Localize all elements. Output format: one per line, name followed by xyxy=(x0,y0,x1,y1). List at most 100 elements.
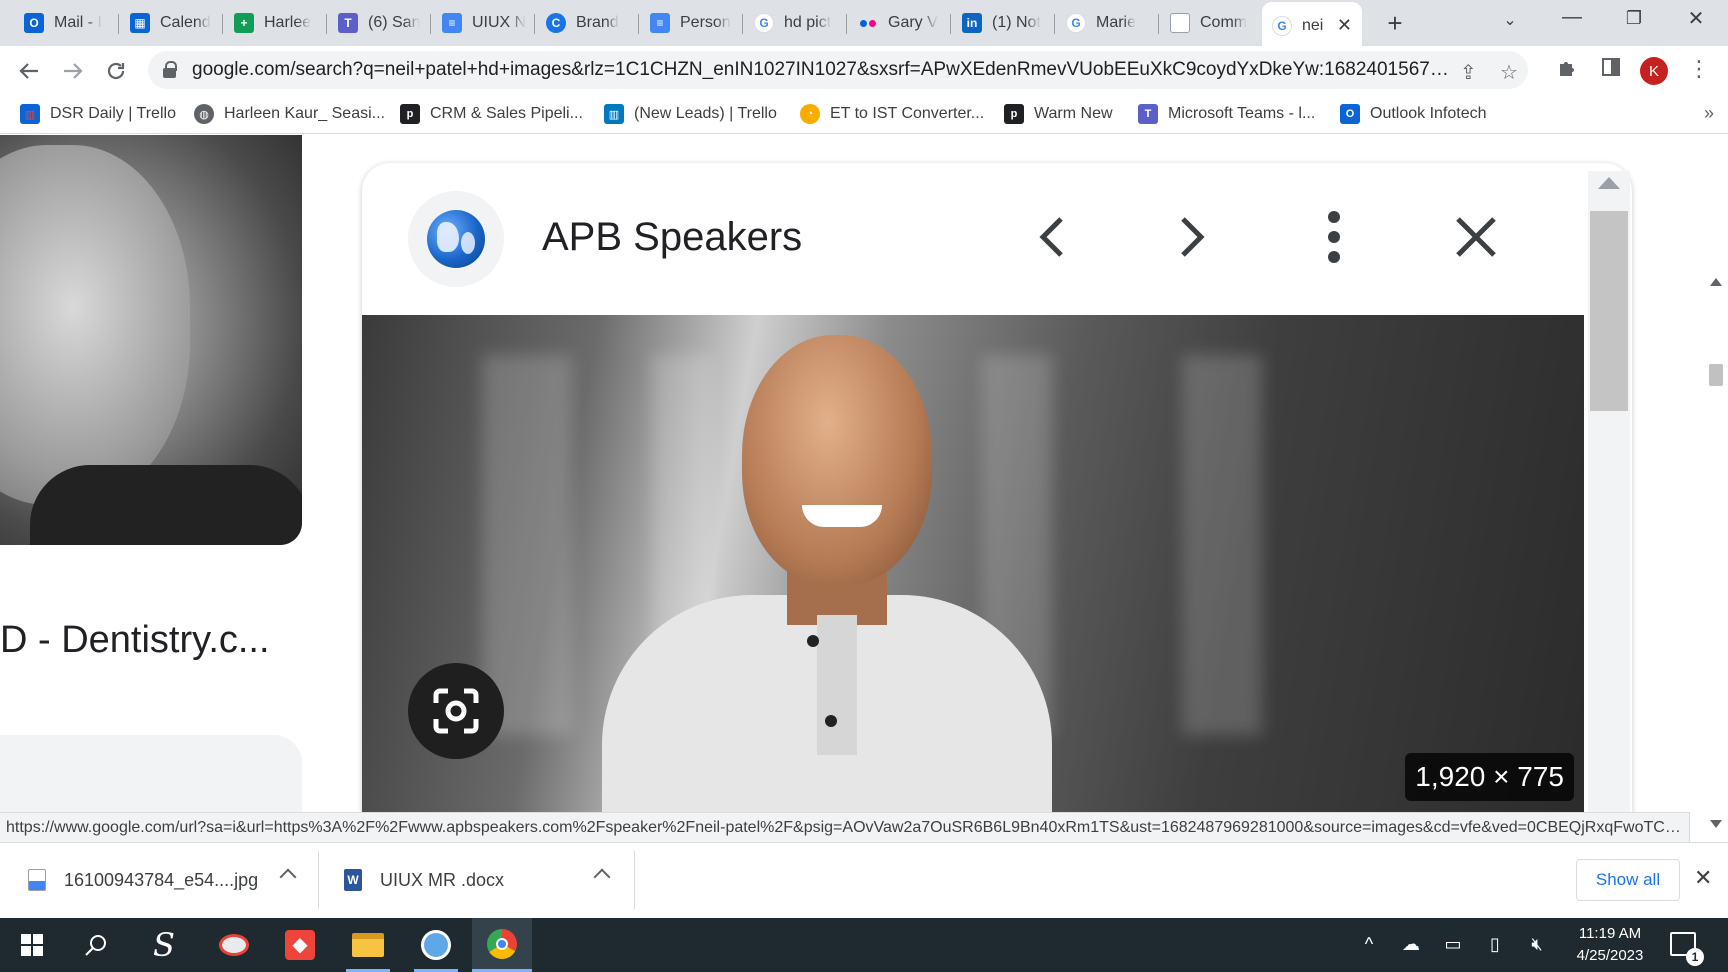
result-card[interactable] xyxy=(0,735,302,815)
close-preview-button[interactable] xyxy=(1448,209,1504,265)
lock-icon[interactable] xyxy=(162,61,178,79)
anydesk-icon: ◆ xyxy=(285,930,315,960)
reload-button[interactable] xyxy=(101,56,131,86)
tab-sheets[interactable]: + Harlee xyxy=(224,8,320,38)
tab-label: Mail - I xyxy=(54,14,102,31)
tab-label: Marie xyxy=(1096,14,1137,31)
download-options-chevron-icon[interactable] xyxy=(593,868,611,886)
taskbar-app-snip[interactable] xyxy=(204,918,264,972)
tab-teams[interactable]: T (6) San xyxy=(328,8,424,38)
tab-label: Harlee xyxy=(264,14,312,31)
download-item-jpg[interactable]: 16100943784_e54....jpg xyxy=(28,857,258,903)
trello-icon: ▥ xyxy=(20,104,40,124)
bookmark-et-ist-converter[interactable]: ◔ ET to IST Converter... xyxy=(800,102,984,126)
start-button[interactable] xyxy=(2,918,62,972)
new-tab-button[interactable]: + xyxy=(1380,8,1410,39)
profile-avatar[interactable]: K xyxy=(1640,57,1668,85)
tab-search-chevron-icon[interactable]: ⌄ xyxy=(1490,10,1530,30)
scroll-up-icon[interactable] xyxy=(1710,278,1722,286)
taskbar-file-explorer[interactable] xyxy=(338,918,398,972)
google-lens-button[interactable] xyxy=(408,663,504,759)
taskbar-search-button[interactable] xyxy=(66,918,126,972)
bookmark-teams[interactable]: T Microsoft Teams - l... xyxy=(1138,102,1315,126)
download-item-docx[interactable]: W UIUX MR .docx xyxy=(344,857,504,903)
tab-active-search[interactable]: G nei ✕ xyxy=(1262,2,1362,46)
back-button[interactable] xyxy=(14,56,44,86)
bookmark-star-icon[interactable]: ☆ xyxy=(1500,60,1518,85)
volume-muted-icon[interactable]: 🔇︎ xyxy=(1522,934,1552,955)
tab-linkedin[interactable]: in (1) Not xyxy=(952,8,1048,38)
taskbar-app-s[interactable]: S xyxy=(134,918,194,972)
pipedrive-icon: p xyxy=(400,104,420,124)
tab-google-marie[interactable]: G Marie xyxy=(1056,8,1152,38)
show-hidden-icons-chevron-icon[interactable]: ^ xyxy=(1354,934,1384,955)
tab-comm[interactable]: Comm xyxy=(1160,8,1256,38)
tab-docs-uiux[interactable]: ≡ UIUX N xyxy=(432,8,528,38)
bookmark-label: ET to IST Converter... xyxy=(830,105,985,122)
battery-icon[interactable]: ▭ xyxy=(1438,934,1468,955)
share-icon[interactable]: ⇪ xyxy=(1460,60,1477,85)
source-logo[interactable] xyxy=(408,191,504,287)
page-scrollbar[interactable] xyxy=(1704,270,1728,815)
source-title[interactable]: APB Speakers xyxy=(542,215,802,260)
bookmark-warm-new[interactable]: p Warm New xyxy=(1004,102,1113,126)
next-image-button[interactable] xyxy=(1164,209,1220,265)
page-scroll-thumb[interactable] xyxy=(1709,364,1723,386)
browser-toolbar: google.com/search?q=neil+patel+hd+images… xyxy=(0,46,1728,94)
extensions-puzzle-icon[interactable] xyxy=(1552,56,1582,84)
download-options-chevron-icon[interactable] xyxy=(279,868,297,886)
bookmark-new-leads-trello[interactable]: ▥ (New Leads) | Trello xyxy=(604,102,777,126)
download-filename: UIUX MR .docx xyxy=(380,869,505,890)
bookmark-label: CRM & Sales Pipeli... xyxy=(430,105,583,122)
reload-icon xyxy=(107,62,125,80)
tab-strip: O Mail - I ▦ Calend + Harlee T (6) San ≡… xyxy=(0,0,1728,46)
arrow-left-icon xyxy=(19,63,38,79)
more-options-button[interactable] xyxy=(1306,209,1362,265)
app-person-icon xyxy=(421,930,451,960)
bookmarks-overflow-icon[interactable]: » xyxy=(1704,103,1714,124)
tab-mail[interactable]: O Mail - I xyxy=(14,8,110,38)
onedrive-cloud-icon[interactable]: ☁ xyxy=(1396,934,1426,955)
tab-brand[interactable]: C Brand xyxy=(536,8,632,38)
side-panel-icon[interactable] xyxy=(1596,56,1626,84)
bookmark-harleen[interactable]: ◍ Harleen Kaur_ Seasi... xyxy=(194,102,385,126)
browser-menu-icon[interactable]: ⋮ xyxy=(1684,56,1714,82)
canva-icon: C xyxy=(546,13,566,33)
bookmark-crm-pipeline[interactable]: p CRM & Sales Pipeli... xyxy=(400,102,583,126)
address-url[interactable]: google.com/search?q=neil+patel+hd+images… xyxy=(192,59,1452,81)
tab-flickr[interactable]: Gary V xyxy=(848,8,944,38)
close-shelf-icon[interactable]: ✕ xyxy=(1694,865,1712,891)
taskbar-app-circle[interactable] xyxy=(406,918,466,972)
restore-button[interactable]: ❐ xyxy=(1614,8,1654,29)
clock-icon: ◔ xyxy=(800,104,820,124)
panel-scroll-up-icon[interactable] xyxy=(1598,177,1620,189)
taskbar-app-anydesk[interactable]: ◆ xyxy=(270,918,330,972)
preview-image[interactable]: 1,920 × 775 xyxy=(362,315,1584,815)
tab-label: nei xyxy=(1302,17,1324,34)
panel-scroll-thumb[interactable] xyxy=(1590,211,1628,411)
teams-icon: T xyxy=(338,13,358,33)
result-caption[interactable]: D - Dentistry.c... xyxy=(0,619,270,662)
bookmark-outlook-infotech[interactable]: O Outlook Infotech xyxy=(1340,102,1487,126)
app-s-icon: S xyxy=(153,926,175,964)
previous-image-button[interactable] xyxy=(1024,209,1080,265)
chevron-left-icon xyxy=(1039,217,1063,257)
forward-button[interactable] xyxy=(58,56,88,86)
tab-label: (1) Not xyxy=(992,14,1041,31)
system-clock[interactable]: 11:19 AM 4/25/2023 xyxy=(1570,923,1650,967)
tab-calendar[interactable]: ▦ Calend xyxy=(120,8,216,38)
show-all-downloads-button[interactable]: Show all xyxy=(1576,859,1680,901)
taskbar-chrome[interactable] xyxy=(472,918,532,972)
address-bar[interactable]: google.com/search?q=neil+patel+hd+images… xyxy=(148,51,1528,89)
bookmark-dsr-trello[interactable]: ▥ DSR Daily | Trello xyxy=(20,102,176,126)
scroll-down-icon[interactable] xyxy=(1710,820,1722,828)
minimize-button[interactable]: — xyxy=(1552,6,1592,29)
more-vert-icon xyxy=(1328,211,1340,263)
close-window-button[interactable]: ✕ xyxy=(1676,6,1716,31)
tab-docs-person[interactable]: ≡ Person xyxy=(640,8,736,38)
network-icon[interactable]: ▯ xyxy=(1480,934,1510,955)
tab-google-hd[interactable]: G hd pict xyxy=(744,8,840,38)
tab-label: hd pict xyxy=(784,14,832,31)
tab-close-icon[interactable]: ✕ xyxy=(1337,15,1352,36)
result-thumbnail-image[interactable] xyxy=(0,135,302,545)
